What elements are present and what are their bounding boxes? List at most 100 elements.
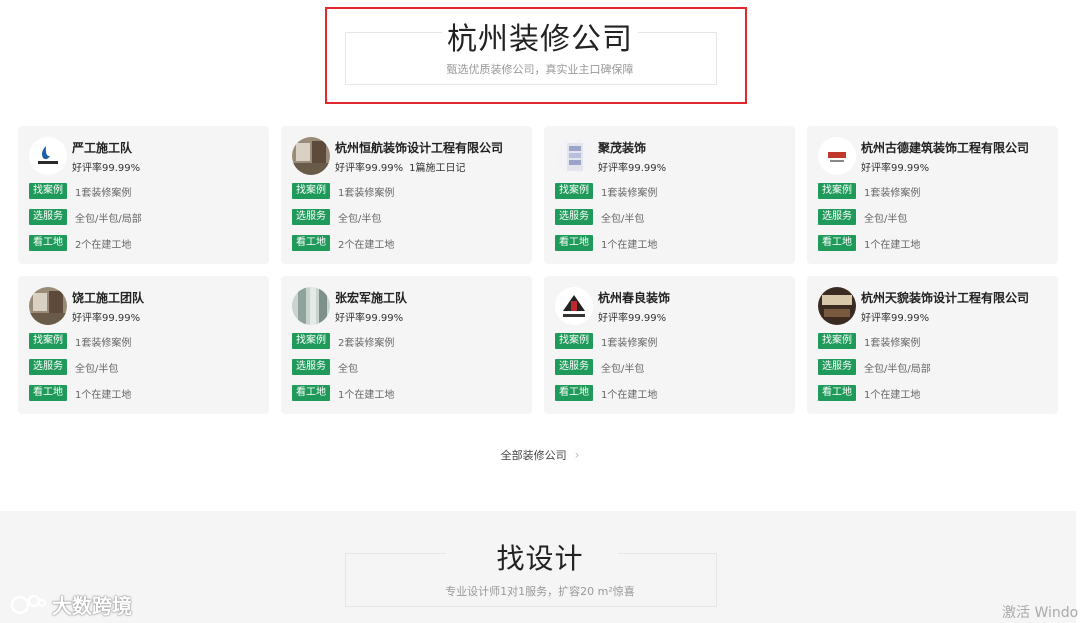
- service-row[interactable]: 看工地 1个在建工地: [29, 385, 131, 401]
- service-row[interactable]: 找案例 1套装修案例: [818, 183, 920, 199]
- service-text[interactable]: 1个在建工地: [601, 236, 657, 251]
- service-text[interactable]: 1个在建工地: [338, 386, 394, 401]
- brand-logo-icon[interactable]: [818, 137, 856, 175]
- company-card[interactable]: 饶工施工团队 好评率99.99% 找案例 1套装修案例 选服务 全包/半包 看工地 1个在建工…: [18, 276, 269, 414]
- curtain-photo-icon[interactable]: [292, 287, 330, 325]
- service-tag[interactable]: 看工地: [292, 235, 330, 251]
- service-text[interactable]: 1个在建工地: [864, 386, 920, 401]
- service-row[interactable]: 选服务 全包/半包/局部: [818, 359, 931, 375]
- company-card[interactable]: 聚茂装饰 好评率99.99% 找案例 1套装修案例 选服务 全包/半包 看工地 1个在建工地: [544, 126, 795, 264]
- service-tag[interactable]: 找案例: [29, 183, 67, 199]
- service-text[interactable]: 全包/半包: [601, 210, 644, 225]
- service-text[interactable]: 1套装修案例: [338, 184, 394, 199]
- service-text[interactable]: 全包/半包: [75, 360, 118, 375]
- service-tag[interactable]: 看工地: [555, 235, 593, 251]
- service-tag[interactable]: 找案例: [555, 333, 593, 349]
- service-text[interactable]: 全包/半包/局部: [75, 210, 142, 225]
- service-tag[interactable]: 看工地: [29, 235, 67, 251]
- service-row[interactable]: 选服务 全包/半包: [292, 209, 381, 225]
- company-name[interactable]: 杭州恒航装饰设计工程有限公司: [335, 139, 503, 156]
- service-tag[interactable]: 看工地: [818, 385, 856, 401]
- service-row[interactable]: 选服务 全包/半包: [555, 359, 644, 375]
- service-text[interactable]: 1套装修案例: [75, 334, 131, 349]
- service-tag[interactable]: 选服务: [818, 359, 856, 375]
- company-card[interactable]: 杭州天貌装饰设计工程有限公司 好评率99.99% 找案例 1套装修案例 选服务 全包/半包…: [807, 276, 1058, 414]
- service-row[interactable]: 看工地 2个在建工地: [292, 235, 394, 251]
- service-row[interactable]: 看工地 1个在建工地: [292, 385, 394, 401]
- service-text[interactable]: 全包/半包: [338, 210, 381, 225]
- all-companies-label[interactable]: 全部装修公司: [501, 449, 567, 462]
- red-logo-icon[interactable]: [555, 287, 593, 325]
- service-text[interactable]: 全包/半包: [864, 210, 907, 225]
- service-tag[interactable]: 选服务: [292, 209, 330, 225]
- service-row[interactable]: 看工地 1个在建工地: [818, 385, 920, 401]
- diary-count[interactable]: 1篇施工日记: [409, 163, 465, 174]
- service-row[interactable]: 看工地 1个在建工地: [818, 235, 920, 251]
- room-photo-icon[interactable]: [292, 137, 330, 175]
- service-row[interactable]: 看工地 1个在建工地: [555, 385, 657, 401]
- company-name[interactable]: 严工施工队: [72, 139, 132, 156]
- service-row[interactable]: 找案例 1套装修案例: [29, 183, 131, 199]
- service-row[interactable]: 找案例 1套装修案例: [29, 333, 131, 349]
- service-tag[interactable]: 选服务: [555, 359, 593, 375]
- service-text[interactable]: 全包: [338, 360, 358, 375]
- service-text[interactable]: 1套装修案例: [864, 334, 920, 349]
- company-name[interactable]: 聚茂装饰: [598, 139, 646, 156]
- service-text[interactable]: 1个在建工地: [75, 386, 131, 401]
- service-tag[interactable]: 选服务: [555, 209, 593, 225]
- service-tag[interactable]: 找案例: [29, 333, 67, 349]
- service-text[interactable]: 1套装修案例: [864, 184, 920, 199]
- company-name[interactable]: 饶工施工团队: [72, 289, 144, 306]
- service-tag[interactable]: 选服务: [818, 209, 856, 225]
- service-tag[interactable]: 找案例: [818, 333, 856, 349]
- service-tag[interactable]: 找案例: [292, 183, 330, 199]
- company-card[interactable]: 杭州恒航装饰设计工程有限公司 好评率99.99% 1篇施工日记 找案例 1套装修案例 选服…: [281, 126, 532, 264]
- service-text[interactable]: 全包/半包/局部: [864, 360, 931, 375]
- service-text[interactable]: 1套装修案例: [601, 334, 657, 349]
- room-photo-icon[interactable]: [29, 287, 67, 325]
- service-text[interactable]: 2个在建工地: [338, 236, 394, 251]
- service-tag[interactable]: 选服务: [292, 359, 330, 375]
- service-tag[interactable]: 找案例: [818, 183, 856, 199]
- service-text[interactable]: 1套装修案例: [75, 184, 131, 199]
- service-row[interactable]: 选服务 全包/半包: [555, 209, 644, 225]
- service-row[interactable]: 选服务 全包/半包: [818, 209, 907, 225]
- service-text[interactable]: 2套装修案例: [338, 334, 394, 349]
- cabinet-icon[interactable]: [555, 137, 593, 175]
- company-name[interactable]: 杭州古德建筑装饰工程有限公司: [861, 139, 1029, 156]
- service-tag[interactable]: 看工地: [292, 385, 330, 401]
- service-tag[interactable]: 选服务: [29, 359, 67, 375]
- service-text[interactable]: 1套装修案例: [601, 184, 657, 199]
- all-companies-link[interactable]: 全部装修公司 ›: [0, 447, 1080, 463]
- service-row[interactable]: 看工地 1个在建工地: [555, 235, 657, 251]
- service-tag[interactable]: 看工地: [555, 385, 593, 401]
- service-row[interactable]: 选服务 全包/半包: [29, 359, 118, 375]
- company-name[interactable]: 杭州春良装饰: [598, 289, 670, 306]
- service-row[interactable]: 找案例 1套装修案例: [555, 333, 657, 349]
- service-tag[interactable]: 选服务: [29, 209, 67, 225]
- service-tag[interactable]: 看工地: [29, 385, 67, 401]
- service-row[interactable]: 找案例 1套装修案例: [555, 183, 657, 199]
- company-card[interactable]: 严工施工队 好评率99.99% 找案例 1套装修案例 选服务 全包/半包/局部 看工地 2个在…: [18, 126, 269, 264]
- company-name[interactable]: 张宏军施工队: [335, 289, 407, 306]
- chevron-right-icon[interactable]: ›: [575, 448, 580, 462]
- service-text[interactable]: 1个在建工地: [601, 386, 657, 401]
- company-name[interactable]: 杭州天貌装饰设计工程有限公司: [861, 289, 1029, 306]
- service-text[interactable]: 2个在建工地: [75, 236, 131, 251]
- service-tag[interactable]: 看工地: [818, 235, 856, 251]
- company-logo-icon[interactable]: [29, 137, 67, 175]
- service-text[interactable]: 全包/半包: [601, 360, 644, 375]
- service-tag[interactable]: 找案例: [555, 183, 593, 199]
- service-row[interactable]: 选服务 全包/半包/局部: [29, 209, 142, 225]
- service-row[interactable]: 找案例 2套装修案例: [292, 333, 394, 349]
- service-row[interactable]: 选服务 全包: [292, 359, 358, 375]
- company-card[interactable]: 张宏军施工队 好评率99.99% 找案例 2套装修案例 选服务 全包 看工地 1个在建工地: [281, 276, 532, 414]
- service-row[interactable]: 找案例 1套装修案例: [818, 333, 920, 349]
- company-card[interactable]: 杭州春良装饰 好评率99.99% 找案例 1套装修案例 选服务 全包/半包 看工地 1个在建工…: [544, 276, 795, 414]
- service-text[interactable]: 1个在建工地: [864, 236, 920, 251]
- company-card[interactable]: 杭州古德建筑装饰工程有限公司 好评率99.99% 找案例 1套装修案例 选服务 全包/半包…: [807, 126, 1058, 264]
- office-photo-icon[interactable]: [818, 287, 856, 325]
- service-row[interactable]: 看工地 2个在建工地: [29, 235, 131, 251]
- service-tag[interactable]: 找案例: [292, 333, 330, 349]
- service-row[interactable]: 找案例 1套装修案例: [292, 183, 394, 199]
